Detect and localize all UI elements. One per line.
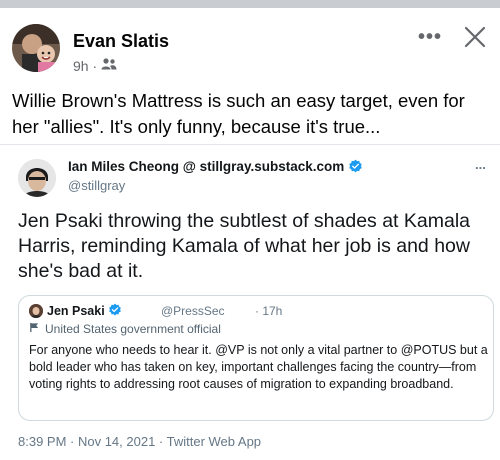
close-icon[interactable]	[462, 24, 488, 50]
top-divider	[0, 0, 500, 8]
quoted-tweet: Jen Psaki @PressSec · 17h United States …	[18, 295, 494, 421]
quoted-handle: @PressSec	[161, 304, 225, 318]
post-text: Willie Brown's Mattress is such an easy …	[12, 90, 465, 137]
tweet-author-name: Ian Miles Cheong @ stillgray.substack.co…	[68, 159, 345, 174]
quoted-author-name: Jen Psaki	[47, 303, 105, 318]
friends-icon	[101, 57, 117, 74]
tweet-author: Ian Miles Cheong @ stillgray.substack.co…	[68, 159, 363, 174]
government-label: United States government official	[29, 322, 221, 336]
quoted-author: Jen Psaki	[47, 303, 123, 318]
shared-tweet[interactable]: Ian Miles Cheong @ stillgray.substack.co…	[0, 144, 500, 460]
post-time[interactable]: 9h ·	[73, 58, 97, 74]
post-meta: 9h ·	[73, 57, 117, 74]
tweet-more-icon: ...	[475, 157, 486, 172]
tweet-avatar	[18, 159, 56, 197]
avatar[interactable]	[12, 24, 60, 72]
quoted-text: For anyone who needs to hear it. @VP is …	[29, 343, 488, 391]
more-options-icon[interactable]: •••	[418, 27, 442, 47]
flag-icon	[29, 322, 40, 336]
tweet-handle: @stillgray	[68, 178, 126, 193]
quoted-time: · 17h	[255, 304, 283, 318]
government-label-text: United States government official	[45, 322, 221, 336]
tweet-text: Jen Psaki throwing the subtlest of shade…	[18, 210, 471, 282]
post-author[interactable]: Evan Slatis	[73, 31, 169, 52]
quoted-avatar	[29, 304, 43, 318]
tweet-timestamp: 8:39 PM · Nov 14, 2021 · Twitter Web App	[18, 434, 262, 449]
verified-badge-icon	[348, 159, 363, 174]
verified-badge-icon	[108, 303, 123, 318]
